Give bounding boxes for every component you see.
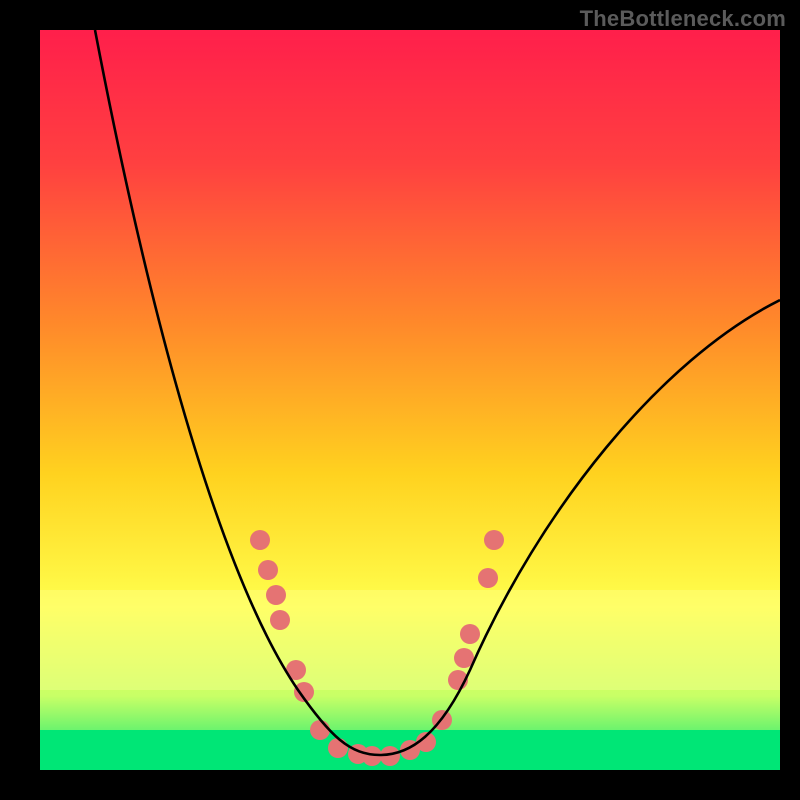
background-gradient (40, 30, 780, 770)
chart-frame: TheBottleneck.com (0, 0, 800, 800)
data-point (460, 624, 480, 644)
data-point (270, 610, 290, 630)
data-point (484, 530, 504, 550)
data-point (266, 585, 286, 605)
watermark-label: TheBottleneck.com (580, 6, 786, 32)
data-point (258, 560, 278, 580)
yellow-haze (40, 590, 780, 690)
plot-area (40, 30, 780, 770)
data-point (478, 568, 498, 588)
data-point (328, 738, 348, 758)
data-point (310, 720, 330, 740)
data-point (250, 530, 270, 550)
